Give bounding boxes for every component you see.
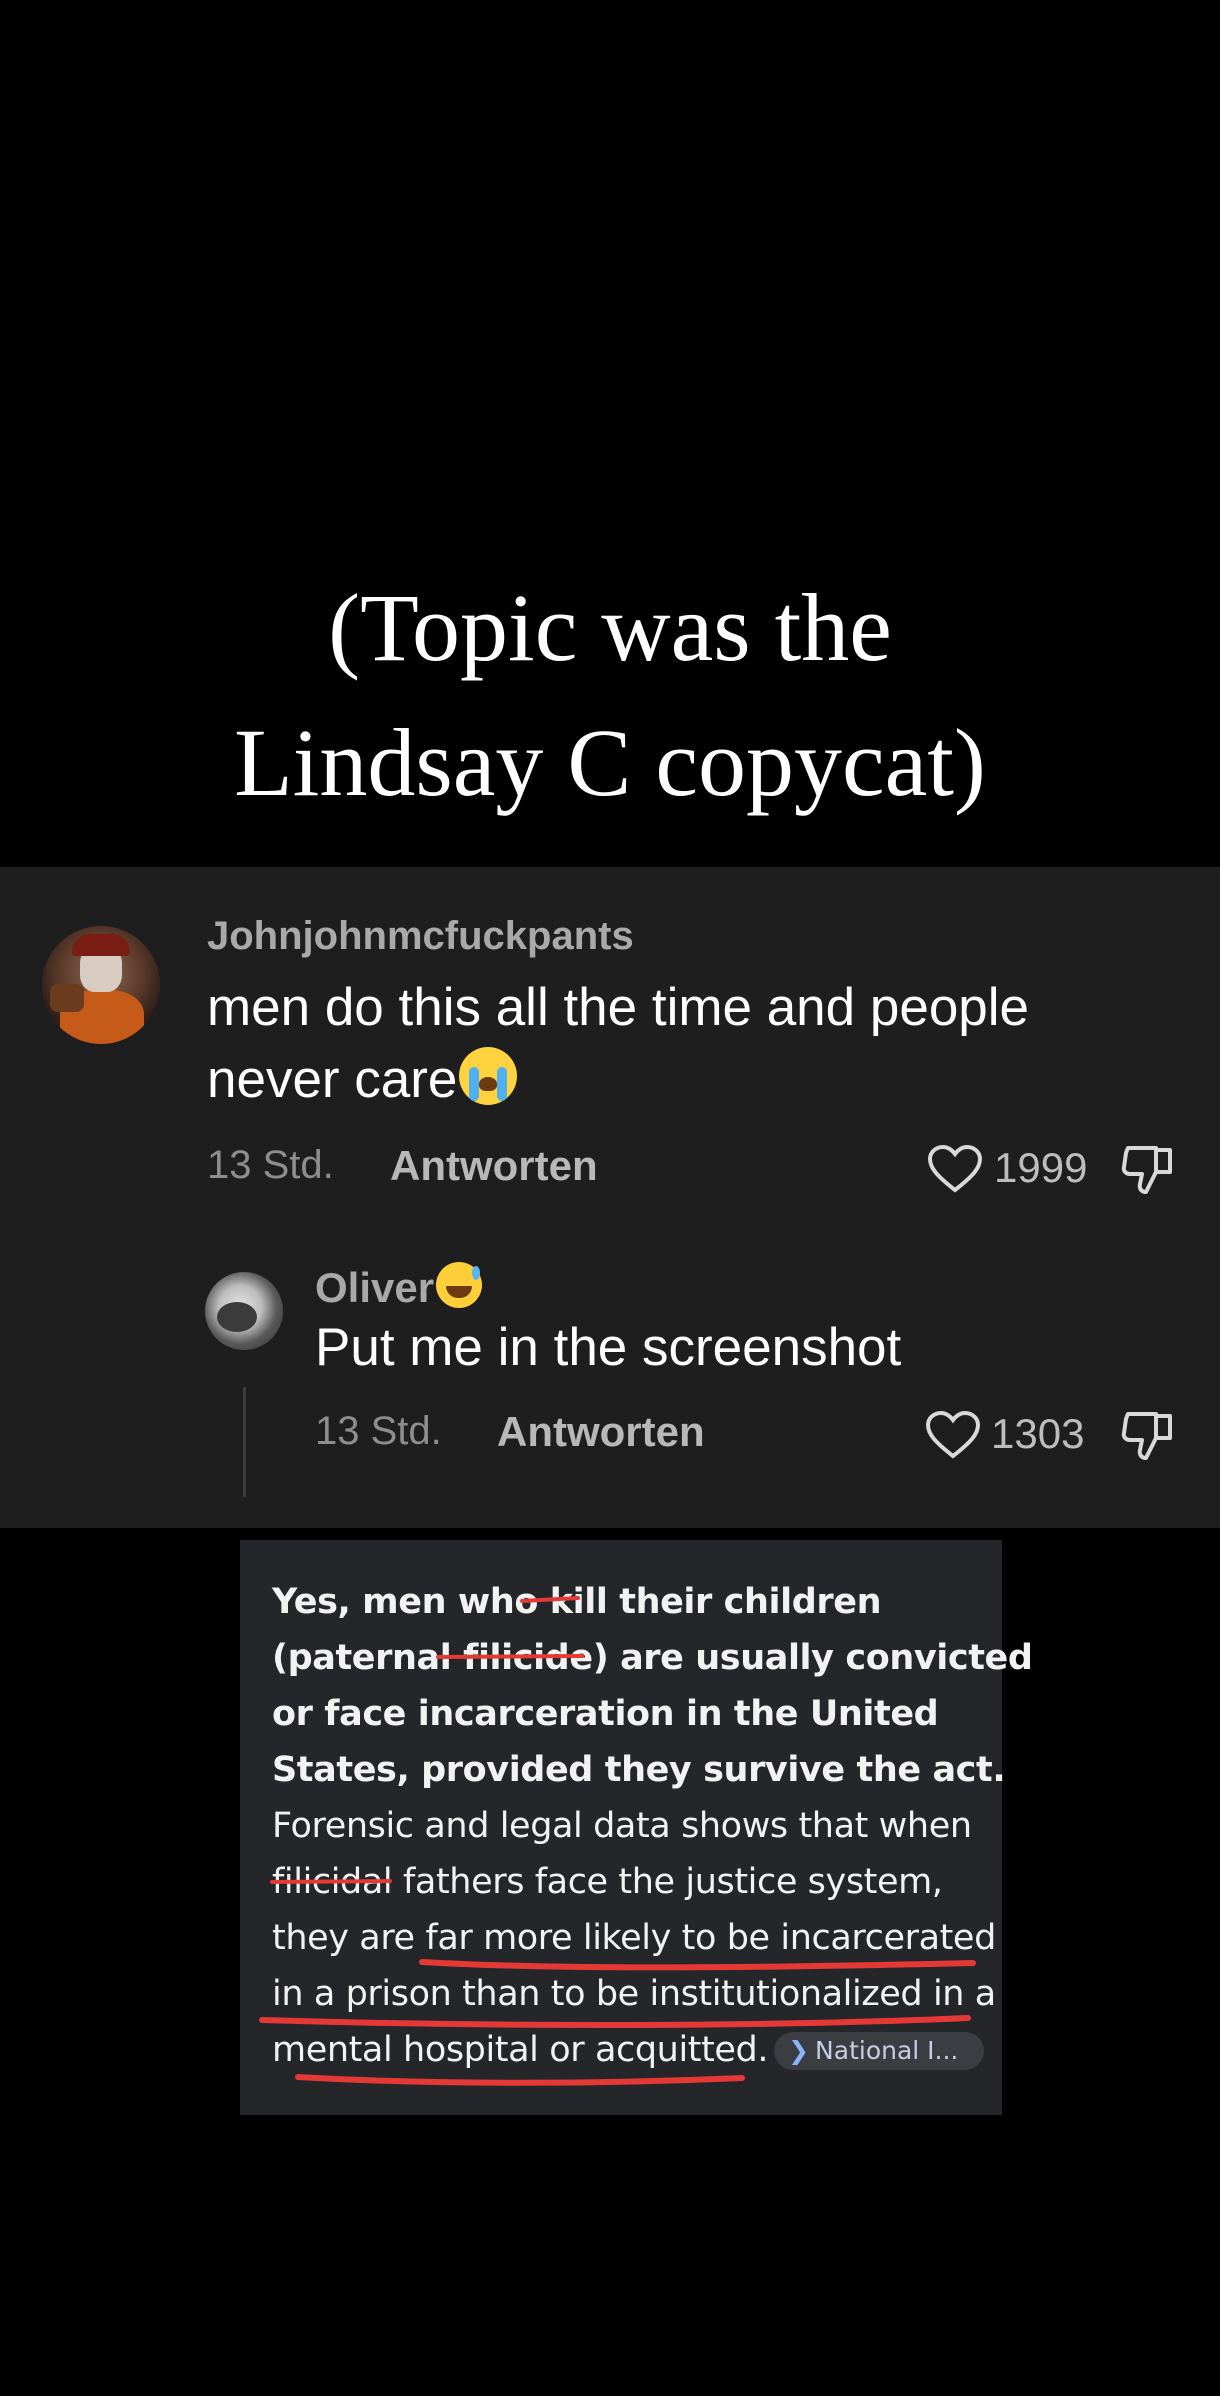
answer-line: they are far more likely to be incarcera… bbox=[272, 1918, 996, 1958]
struck-word: filicide bbox=[463, 1638, 593, 1678]
dislike-icon[interactable] bbox=[1120, 1408, 1178, 1464]
reply-button[interactable]: Antworten bbox=[390, 1142, 598, 1190]
like-count: 1303 bbox=[991, 1410, 1085, 1457]
ai-answer-screenshot: Yes, men who kill their children (patern… bbox=[240, 1540, 1033, 2115]
answer-line: mental hospital or acquitted. ❯ National I… bbox=[272, 2022, 992, 2078]
source-chip-label: National I... bbox=[815, 2036, 959, 2065]
answer-line: Forensic and legal data shows that when bbox=[272, 1806, 972, 1846]
dislike-icon[interactable] bbox=[1120, 1142, 1178, 1198]
struck-word: kill bbox=[549, 1582, 608, 1622]
comment-text-line-2: never care bbox=[207, 1050, 458, 1109]
reply-timestamp: 13 Std. bbox=[315, 1409, 442, 1453]
ai-answer-text: Yes, men who kill their children (patern… bbox=[272, 1574, 1033, 2078]
avatar[interactable] bbox=[205, 1272, 283, 1350]
reply-text: Put me in the screenshot bbox=[315, 1318, 902, 1377]
answer-line: (paternal filicide) are usually convicte… bbox=[272, 1638, 1033, 1678]
struck-word: filicidal bbox=[272, 1862, 393, 1902]
comments-panel: Johnjohnmcfuckpants men do this all the … bbox=[0, 867, 1220, 1528]
video-caption: (Topic was the Lindsay C copycat) bbox=[0, 560, 1220, 830]
caption-line-1: (Topic was the bbox=[328, 574, 892, 681]
comment-text: men do this all the time and people neve… bbox=[207, 972, 1029, 1116]
answer-line: Yes, men who kill their children bbox=[272, 1582, 882, 1622]
source-link-chip[interactable]: ❯ National I... bbox=[774, 2032, 985, 2070]
heart-icon[interactable] bbox=[925, 1410, 981, 1460]
heart-icon[interactable] bbox=[927, 1144, 983, 1194]
loudly-crying-face-emoji-icon bbox=[459, 1047, 518, 1105]
reply-username[interactable]: Oliver bbox=[315, 1262, 483, 1312]
reply-button[interactable]: Antworten bbox=[497, 1408, 705, 1456]
answer-line: or face incarceration in the United bbox=[272, 1694, 939, 1734]
answer-line: States, provided they survive the act. bbox=[272, 1750, 1006, 1790]
answer-line: filicidal fathers face the justice syste… bbox=[272, 1862, 943, 1902]
like-count: 1999 bbox=[994, 1144, 1088, 1191]
caption-line-2: Lindsay C copycat) bbox=[234, 709, 986, 816]
comment-text-line-1: men do this all the time and people bbox=[207, 978, 1030, 1037]
grinning-sweat-face-emoji-icon bbox=[436, 1262, 483, 1308]
chevron-icon: ❯ bbox=[788, 2036, 810, 2065]
answer-line: in a prison than to be institutionalized… bbox=[272, 1974, 996, 2014]
avatar[interactable] bbox=[42, 926, 160, 1044]
comment-timestamp: 13 Std. bbox=[207, 1143, 334, 1187]
thread-line bbox=[243, 1387, 246, 1497]
comment-username[interactable]: Johnjohnmcfuckpants bbox=[207, 914, 634, 959]
